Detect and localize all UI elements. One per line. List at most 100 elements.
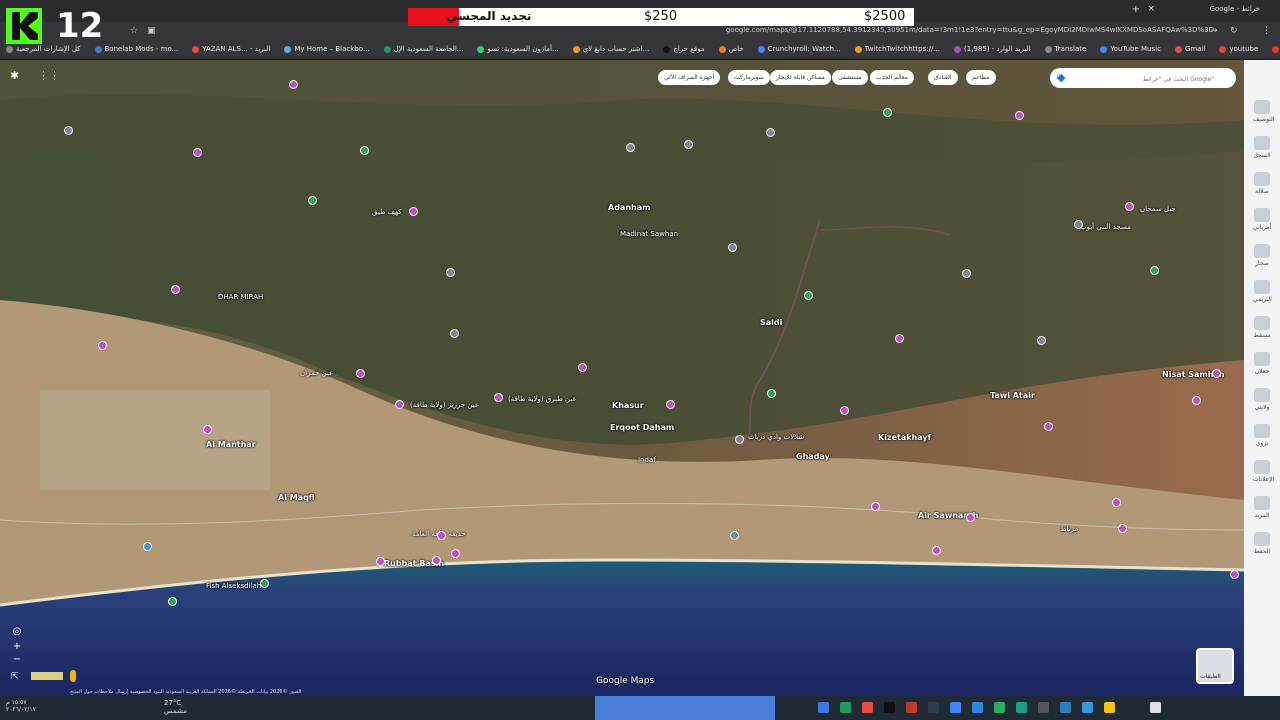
taskbar-app-icon[interactable]	[862, 702, 873, 713]
poi-pin[interactable]	[1037, 336, 1046, 345]
sidebar-item[interactable]: ولايتي	[1253, 388, 1271, 411]
poi-pin[interactable]	[360, 146, 369, 155]
poi-pin[interactable]	[260, 579, 269, 588]
poi-pin[interactable]	[446, 268, 455, 277]
chip-atm[interactable]: أجهزة الصراف الآلي	[658, 70, 721, 85]
poi-pin[interactable]	[203, 425, 212, 434]
sidebar-item[interactable]: البريمي	[1253, 280, 1272, 303]
url-text[interactable]: google.com/maps/@17.1120788,54.3912345,3…	[726, 26, 1214, 34]
bookmark-item[interactable]: youtube	[1219, 45, 1258, 53]
poi-pin[interactable]	[767, 389, 776, 398]
poi-pin[interactable]	[578, 363, 587, 372]
bookmark-item[interactable]: Bonelab Mods - mo...	[94, 45, 178, 53]
poi-pin[interactable]	[289, 80, 298, 89]
poi-pin[interactable]	[409, 207, 418, 216]
bookmark-item[interactable]: اشتر حساب دايغ لاي...	[572, 45, 649, 53]
map-search-box[interactable]: ⌕	[1050, 68, 1236, 88]
poi-pin[interactable]	[1118, 524, 1127, 533]
taskbar-app-icon[interactable]	[1104, 702, 1115, 713]
poi-pin[interactable]	[1125, 202, 1134, 211]
reload-icon[interactable]: ↻	[1230, 26, 1238, 36]
chip-attractions[interactable]: معالم الجذب	[870, 70, 914, 85]
poi-pin[interactable]	[895, 334, 904, 343]
sidebar-item[interactable]: المزيد	[1253, 496, 1271, 519]
sidebar-item[interactable]: صلالة	[1253, 172, 1271, 195]
bookmark-item[interactable]: Gmail	[1174, 45, 1205, 53]
poi-pin[interactable]	[1212, 369, 1221, 378]
chip-rentals[interactable]: مساكن قابلة للإيجار	[770, 70, 831, 85]
chip-hotels[interactable]: الفنادق	[928, 70, 958, 85]
bookmark-item[interactable]: موقع حراج	[663, 45, 705, 53]
satellite-map[interactable]: Adanham Saldi Khasur Erqoot Daham Ghaday…	[0, 60, 1244, 696]
apps-grid-icon[interactable]: ⋮⋮	[38, 69, 60, 82]
bookmark-item[interactable]: TwitchTwitchhttps://...	[854, 45, 940, 53]
taskbar-app-icon[interactable]	[906, 702, 917, 713]
taskbar-app-icon[interactable]	[928, 702, 939, 713]
bookmark-item[interactable]: الجامعة السعودية الإل...	[383, 45, 463, 53]
map-type-thumbnails[interactable]	[31, 672, 63, 680]
taskbar-app-icon[interactable]	[1082, 702, 1093, 713]
poi-pin[interactable]	[883, 108, 892, 117]
chip-restaurants[interactable]: مطاعم	[966, 70, 996, 85]
poi-pin[interactable]	[1150, 266, 1159, 275]
poi-pin[interactable]	[684, 140, 693, 149]
poi-pin[interactable]	[966, 513, 975, 522]
menu-dots-icon[interactable]: ⋮	[1262, 26, 1271, 36]
poi-pin[interactable]	[1044, 422, 1053, 431]
search-input[interactable]	[1072, 72, 1216, 86]
poi-pin[interactable]	[666, 400, 675, 409]
chip-hospitals[interactable]: مستشفى	[832, 70, 868, 85]
directions-icon[interactable]: ◆	[1057, 71, 1069, 84]
poi-pin[interactable]	[193, 148, 202, 157]
zoom-out-button[interactable]: −	[11, 654, 23, 666]
poi-pin[interactable]	[168, 597, 177, 606]
poi-pin[interactable]	[1112, 498, 1121, 507]
bookmark-item[interactable]: Translate	[1044, 45, 1086, 53]
taskbar-app-icon[interactable]	[950, 702, 961, 713]
poi-pin[interactable]	[432, 556, 441, 565]
bookmark-item[interactable]: (1,985) - البريد الوارد	[954, 45, 1031, 53]
bookmark-item[interactable]: YAZAN ALS... - البريد	[192, 45, 270, 53]
bookmark-item[interactable]: Crunchyroll: Watch...	[757, 45, 841, 53]
chip-supermarket[interactable]: سوبرماركت	[728, 70, 770, 85]
poi-pin[interactable]	[804, 291, 813, 300]
poi-pin[interactable]	[356, 369, 365, 378]
poi-pin[interactable]	[437, 531, 446, 540]
sidebar-item[interactable]: جعلان	[1253, 352, 1271, 375]
poi-pin[interactable]	[1074, 220, 1083, 229]
poi-pin[interactable]	[1015, 111, 1024, 120]
poi-pin[interactable]	[871, 502, 880, 511]
taskbar-app-icon[interactable]	[1016, 702, 1027, 713]
poi-pin[interactable]	[735, 435, 744, 444]
poi-pin[interactable]	[98, 341, 107, 350]
poi-pin[interactable]	[626, 143, 635, 152]
bookmark-item[interactable]: خاص	[718, 45, 744, 53]
poi-pin[interactable]	[840, 406, 849, 415]
poi-pin[interactable]	[308, 196, 317, 205]
compass-icon[interactable]: ⇱	[11, 672, 19, 682]
taskbar-app-icon[interactable]	[1060, 702, 1071, 713]
bookmark-item[interactable]: كل الإشارات المرجعية	[6, 45, 81, 53]
star-icon[interactable]: ☆	[130, 26, 138, 36]
weather-widget[interactable]: 27°C مشمس	[164, 699, 187, 715]
bookmark-item[interactable]: My Home – Blackbo...	[284, 45, 370, 53]
taskbar-app-icon[interactable]	[840, 702, 851, 713]
poi-pin[interactable]	[395, 400, 404, 409]
taskbar-app-icon[interactable]	[994, 702, 1005, 713]
taskbar-app-icon[interactable]	[884, 702, 895, 713]
taskbar-app-icon[interactable]	[1150, 702, 1161, 713]
zoom-in-button[interactable]: +	[11, 641, 23, 653]
bookmark-item[interactable]: YouTube Music	[1100, 45, 1161, 53]
bookmark-item[interactable]: أمازون السعودية: تسو...	[477, 45, 559, 53]
extension-icon[interactable]: ▣	[147, 26, 156, 36]
sidebar-item[interactable]: نزوى	[1253, 424, 1271, 447]
bookmark-item[interactable]: الرئيسية | كرينز	[1272, 45, 1280, 53]
pegman-icon[interactable]	[70, 670, 76, 682]
sidebar-item[interactable]: السجل	[1253, 136, 1271, 159]
poi-pin[interactable]	[932, 546, 941, 555]
poi-pin[interactable]	[64, 126, 73, 135]
new-tab-icon[interactable]: +	[1132, 4, 1140, 15]
taskbar-app-icon[interactable]	[1038, 702, 1049, 713]
my-location-icon[interactable]: ◎	[11, 626, 23, 638]
sidebar-item[interactable]: التوصيف	[1253, 100, 1275, 123]
